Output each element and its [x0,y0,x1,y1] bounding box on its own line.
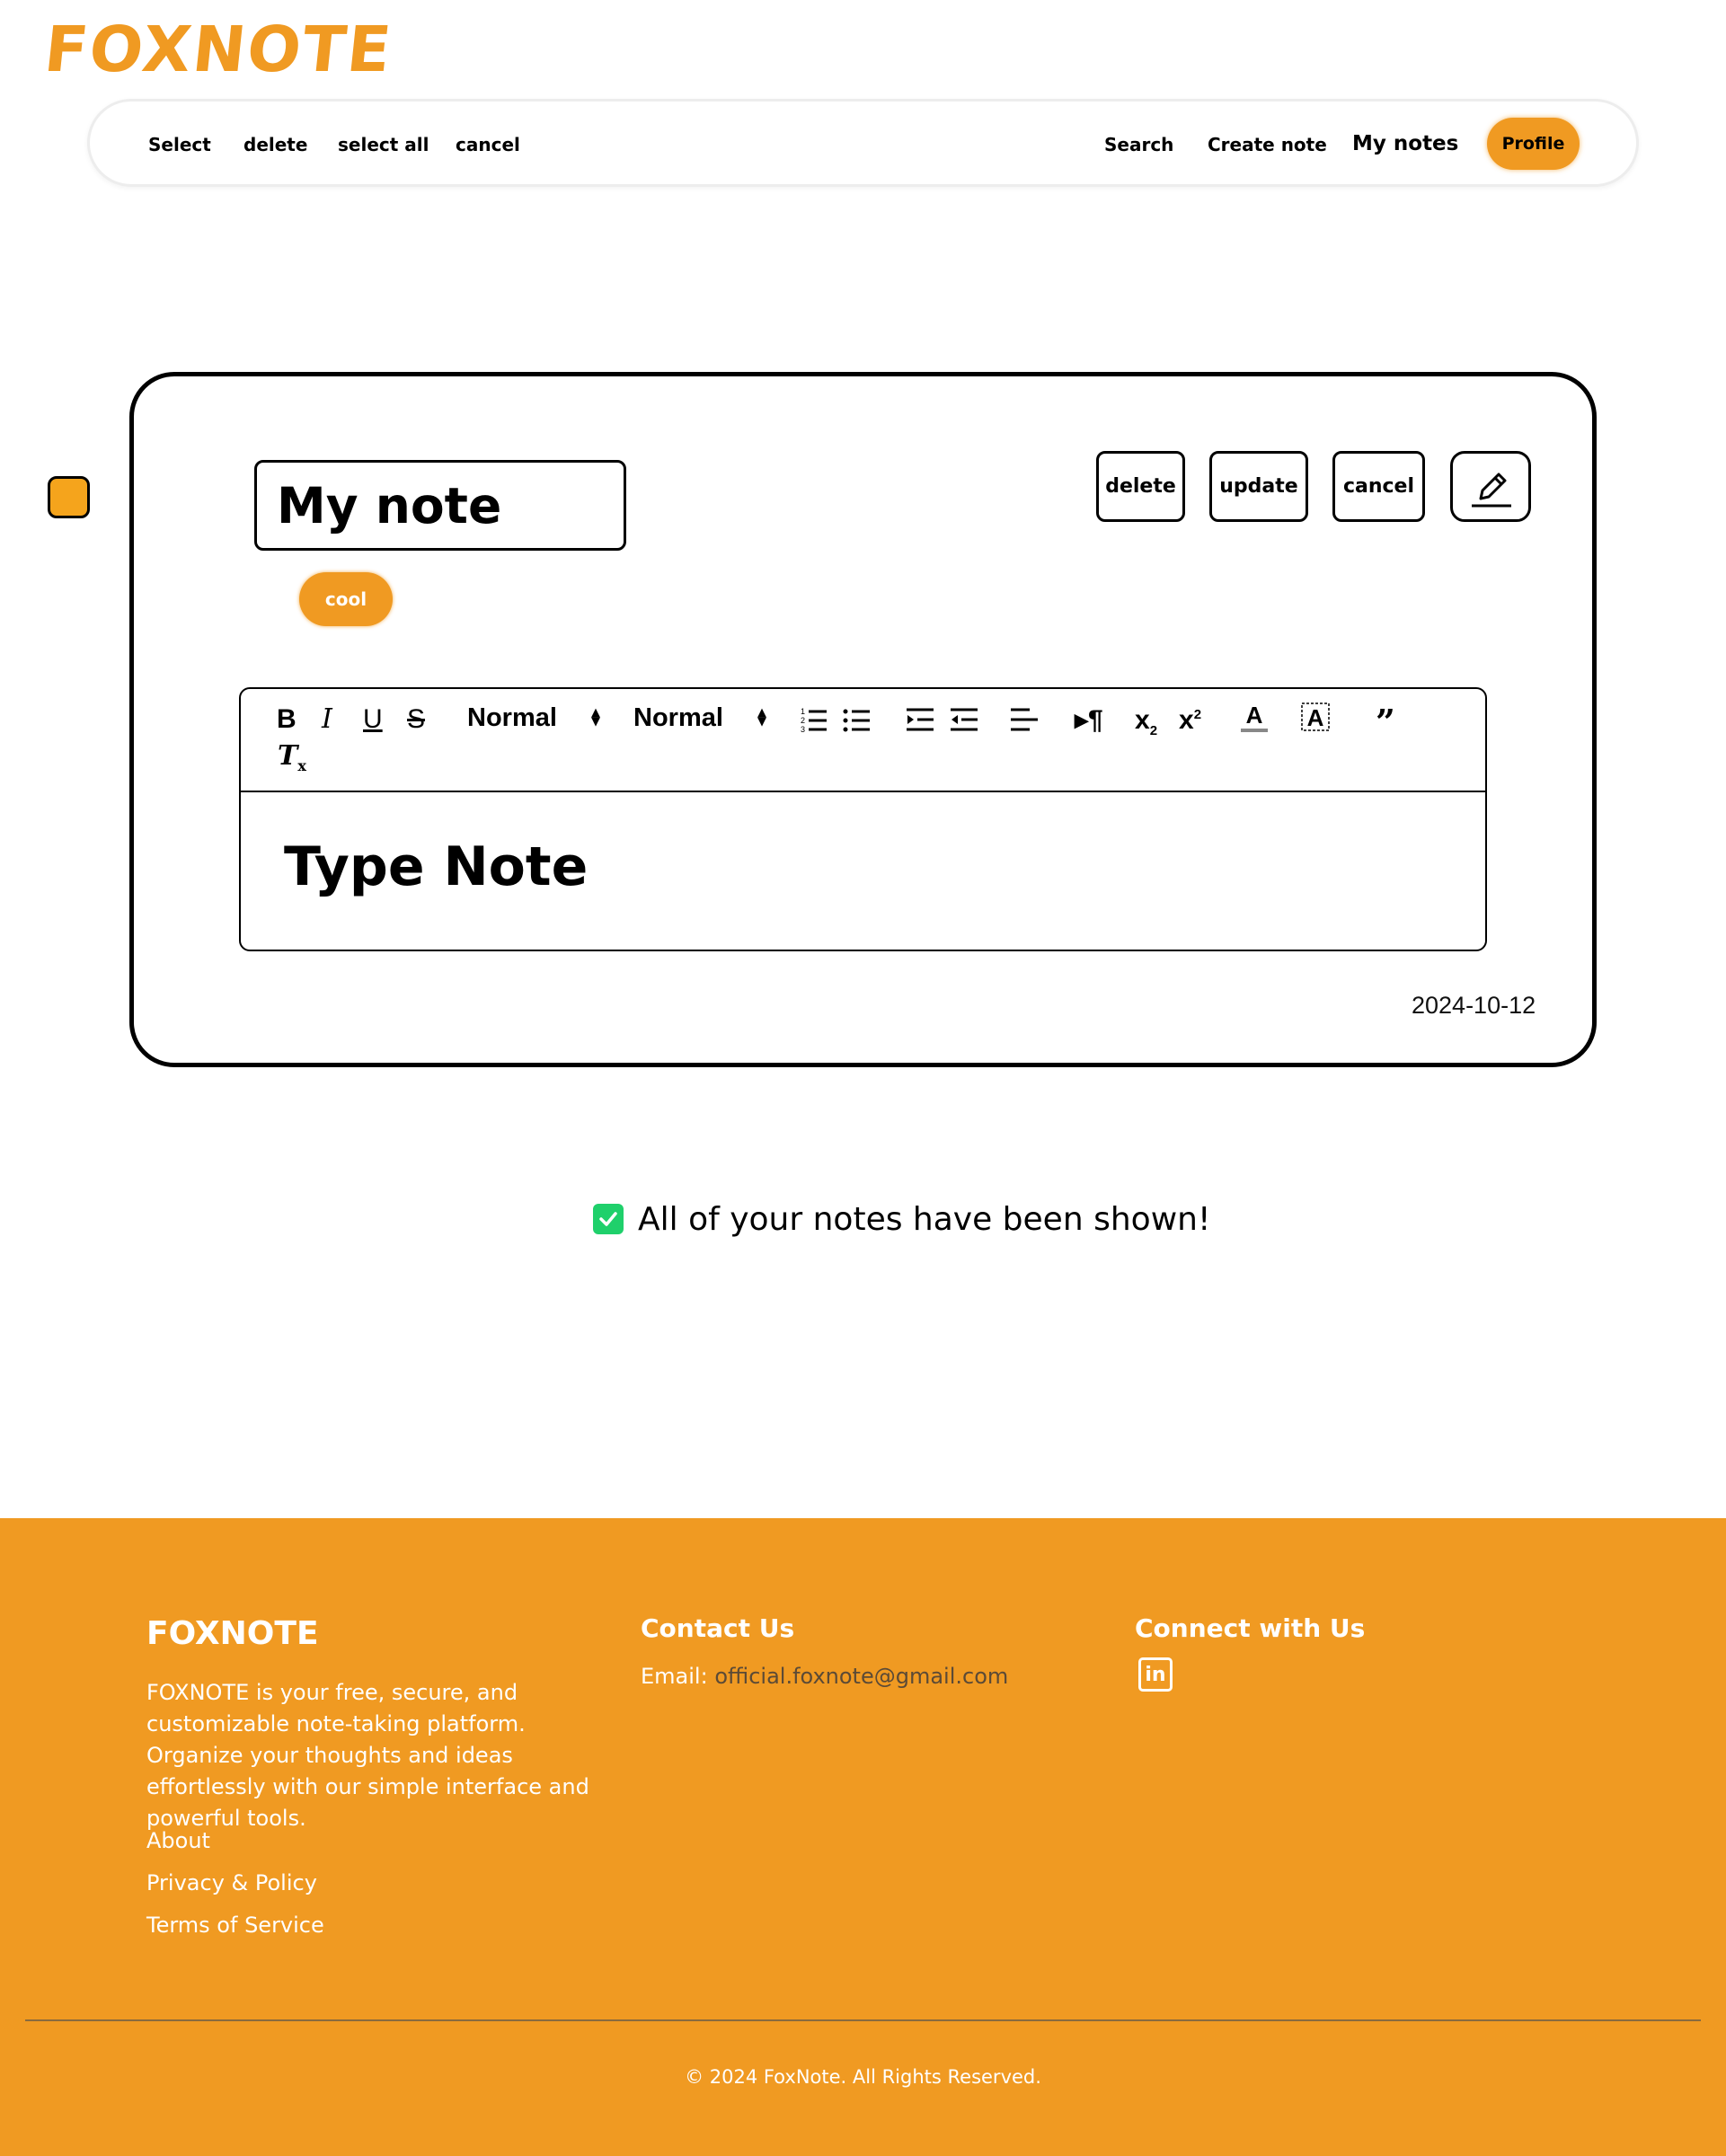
outdent-icon[interactable] [950,705,978,734]
note-delete-button[interactable]: delete [1096,451,1185,522]
footer-privacy-link[interactable]: Privacy & Policy [146,1870,317,1895]
blockquote-icon[interactable]: ” [1376,705,1395,739]
italic-button[interactable]: I [322,706,332,733]
background-color-icon[interactable]: A [1301,702,1330,734]
heading-chevron-icon[interactable]: ▲ ▼ [757,707,766,728]
superscript-icon[interactable]: x2 [1179,707,1201,734]
svg-text:2: 2 [801,716,805,725]
svg-text:A: A [1307,704,1324,731]
copyright-text: © 2024 FoxNote. All Rights Reserved. [685,2066,1041,2088]
footer-divider [25,2019,1701,2021]
check-icon [593,1204,624,1234]
rich-text-editor: B I U S Normal ▲ ▼ Normal ▲ ▼ 1 2 3 ▸¶ x… [239,687,1487,951]
bold-button[interactable]: B [277,706,297,733]
svg-text:3: 3 [801,725,805,734]
contact-heading: Contact Us [641,1613,795,1643]
note-body-text[interactable]: Type Note [284,835,588,898]
ordered-list-icon[interactable]: 1 2 3 [800,705,828,734]
profile-button[interactable]: Profile [1487,118,1580,170]
indent-icon[interactable] [906,705,934,734]
email-link[interactable]: official.foxnote@gmail.com [714,1664,1008,1689]
svg-text:1: 1 [801,707,805,716]
all-notes-shown-message: All of your notes have been shown! [593,1198,1210,1240]
note-update-button[interactable]: update [1209,451,1308,522]
text-direction-icon[interactable]: ▸¶ [1075,707,1103,734]
clear-format-icon[interactable]: Tx [278,743,306,773]
align-left-icon[interactable] [1010,705,1039,734]
nav-create-note-link[interactable]: Create note [1208,134,1327,155]
email-label: Email: [641,1664,708,1689]
nav-cancel-button[interactable]: cancel [456,134,520,155]
svg-text:A: A [1246,702,1263,729]
nav-select-button[interactable]: Select [148,134,211,155]
editor-toolbar: B I U S Normal ▲ ▼ Normal ▲ ▼ 1 2 3 ▸¶ x… [241,689,1485,792]
nav-search-link[interactable]: Search [1104,134,1173,155]
note-select-checkbox[interactable] [48,476,90,518]
footer-description: FOXNOTE is your free, secure, and custom… [146,1680,589,1831]
pencil-icon [1472,473,1511,507]
font-size-select[interactable]: Normal [467,703,557,733]
nav-my-notes-link[interactable]: My notes [1352,132,1458,155]
nav-select-all-button[interactable]: select all [338,134,429,155]
underline-button[interactable]: U [363,706,383,733]
note-cancel-button[interactable]: cancel [1332,451,1425,522]
edit-note-button[interactable] [1450,451,1531,522]
font-size-chevron-icon[interactable]: ▲ ▼ [591,707,600,728]
nav-delete-button[interactable]: delete [243,134,307,155]
status-message-text: All of your notes have been shown! [638,1200,1211,1238]
text-color-icon[interactable]: A [1240,702,1269,734]
top-navbar: Select delete select all cancel Search C… [87,99,1639,187]
linkedin-icon[interactable]: in [1138,1657,1173,1692]
heading-select[interactable]: Normal [633,703,723,733]
footer-terms-link[interactable]: Terms of Service [146,1913,324,1938]
email-row: Email: official.foxnote@gmail.com [641,1664,1008,1689]
note-tag[interactable]: cool [299,572,393,626]
footer-about-link[interactable]: About [146,1828,210,1853]
connect-heading: Connect with Us [1135,1613,1366,1643]
bullet-list-icon[interactable] [843,705,872,734]
strike-button[interactable]: S [407,706,425,733]
note-date: 2024-10-12 [1412,992,1536,1019]
footer-brand: FOXNOTE [146,1615,319,1652]
app-logo: FOXNOTE [40,13,396,86]
subscript-icon[interactable]: x2 [1135,707,1157,738]
site-footer: FOXNOTE FOXNOTE is your free, secure, an… [0,1518,1726,2156]
note-title-input[interactable] [254,460,626,551]
